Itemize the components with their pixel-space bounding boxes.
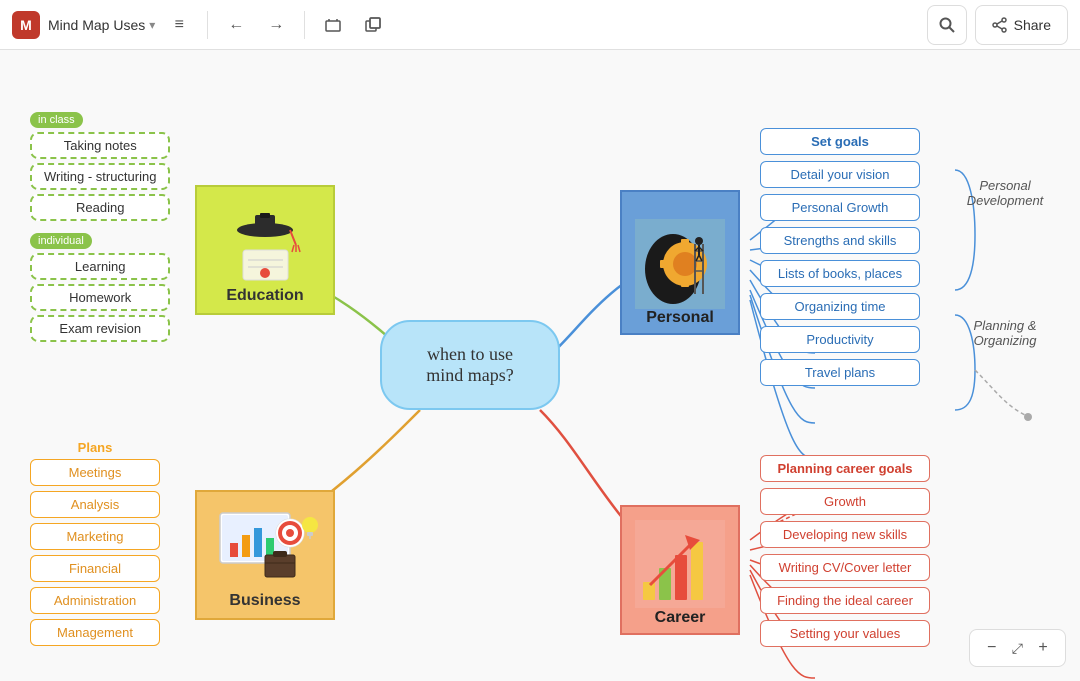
planning-organizing-label: Planning & Organizing — [960, 318, 1050, 348]
business-branches: Plans Meetings Analysis Marketing Financ… — [30, 440, 160, 651]
frame-button[interactable] — [317, 9, 349, 41]
zoom-controls: − ⤢ + — [969, 629, 1066, 667]
education-image — [215, 207, 315, 287]
biz-item-financial[interactable]: Financial — [30, 555, 160, 582]
business-label: Business — [229, 592, 300, 610]
personal-item-travel[interactable]: Travel plans — [760, 359, 920, 386]
toolbar-divider — [207, 11, 208, 39]
personal-item-growth[interactable]: Personal Growth — [760, 194, 920, 221]
career-item-values[interactable]: Setting your values — [760, 620, 930, 647]
personal-item-time[interactable]: Organizing time — [760, 293, 920, 320]
mindmap-canvas: when to use mind maps? — [0, 50, 1080, 681]
zoom-fit-icon[interactable]: ⤢ — [1012, 640, 1023, 657]
clone-button[interactable] — [357, 9, 389, 41]
personal-branches: Set goals Detail your vision Personal Gr… — [760, 128, 920, 392]
zoom-out-button[interactable]: − — [978, 634, 1006, 662]
personal-item-strengths[interactable]: Strengths and skills — [760, 227, 920, 254]
edu-item-taking-notes[interactable]: Taking notes — [30, 132, 170, 159]
business-node[interactable]: Business — [195, 490, 335, 620]
topbar-right: Share — [927, 5, 1068, 45]
personal-item-lists[interactable]: Lists of books, places — [760, 260, 920, 287]
edu-item-homework[interactable]: Homework — [30, 284, 170, 311]
redo-button[interactable]: → — [260, 9, 292, 41]
personal-node[interactable]: Personal — [620, 190, 740, 335]
career-image — [635, 519, 725, 609]
zoom-in-button[interactable]: + — [1029, 634, 1057, 662]
career-label: Career — [655, 609, 706, 627]
education-node[interactable]: Education — [195, 185, 335, 315]
career-branches: Planning career goals Growth Developing … — [760, 455, 930, 653]
personal-item-productivity[interactable]: Productivity — [760, 326, 920, 353]
edu-item-exam[interactable]: Exam revision — [30, 315, 170, 342]
personal-image — [635, 219, 725, 309]
center-node[interactable]: when to use mind maps? — [380, 320, 560, 410]
career-item-growth[interactable]: Growth — [760, 488, 930, 515]
edu-item-learning[interactable]: Learning — [30, 253, 170, 280]
inclass-badge: in class — [30, 112, 83, 128]
business-image — [210, 502, 320, 592]
career-item-ideal-career[interactable]: Finding the ideal career — [760, 587, 930, 614]
career-node[interactable]: Career — [620, 505, 740, 635]
search-button[interactable] — [927, 5, 967, 45]
education-branches: in class Taking notes Writing - structur… — [30, 110, 170, 352]
edu-group-inclass: in class Taking notes Writing - structur… — [30, 110, 170, 221]
biz-item-marketing[interactable]: Marketing — [30, 523, 160, 550]
document-title[interactable]: Mind Map Uses ▾ — [48, 17, 155, 33]
biz-item-analysis[interactable]: Analysis — [30, 491, 160, 518]
personal-item-vision[interactable]: Detail your vision — [760, 161, 920, 188]
edu-item-reading[interactable]: Reading — [30, 194, 170, 221]
biz-item-management[interactable]: Management — [30, 619, 160, 646]
personal-development-label: Personal Development — [960, 178, 1050, 208]
business-header: Plans — [30, 440, 160, 455]
edu-group-individual: individual Learning Homework Exam revisi… — [30, 231, 170, 342]
toolbar-divider-2 — [304, 11, 305, 39]
personal-item-set-goals[interactable]: Set goals — [760, 128, 920, 155]
career-item-planning[interactable]: Planning career goals — [760, 455, 930, 482]
biz-item-admin[interactable]: Administration — [30, 587, 160, 614]
individual-badge: individual — [30, 233, 92, 249]
edu-item-writing[interactable]: Writing - structuring — [30, 163, 170, 190]
share-button[interactable]: Share — [975, 5, 1068, 45]
menu-button[interactable]: ≡ — [163, 9, 195, 41]
biz-item-meetings[interactable]: Meetings — [30, 459, 160, 486]
career-item-new-skills[interactable]: Developing new skills — [760, 521, 930, 548]
education-label: Education — [226, 287, 303, 305]
topbar: M Mind Map Uses ▾ ≡ ← → — [0, 0, 1080, 50]
app-logo: M — [12, 11, 40, 39]
career-item-cv[interactable]: Writing CV/Cover letter — [760, 554, 930, 581]
undo-button[interactable]: ← — [220, 9, 252, 41]
personal-label: Personal — [646, 309, 714, 327]
